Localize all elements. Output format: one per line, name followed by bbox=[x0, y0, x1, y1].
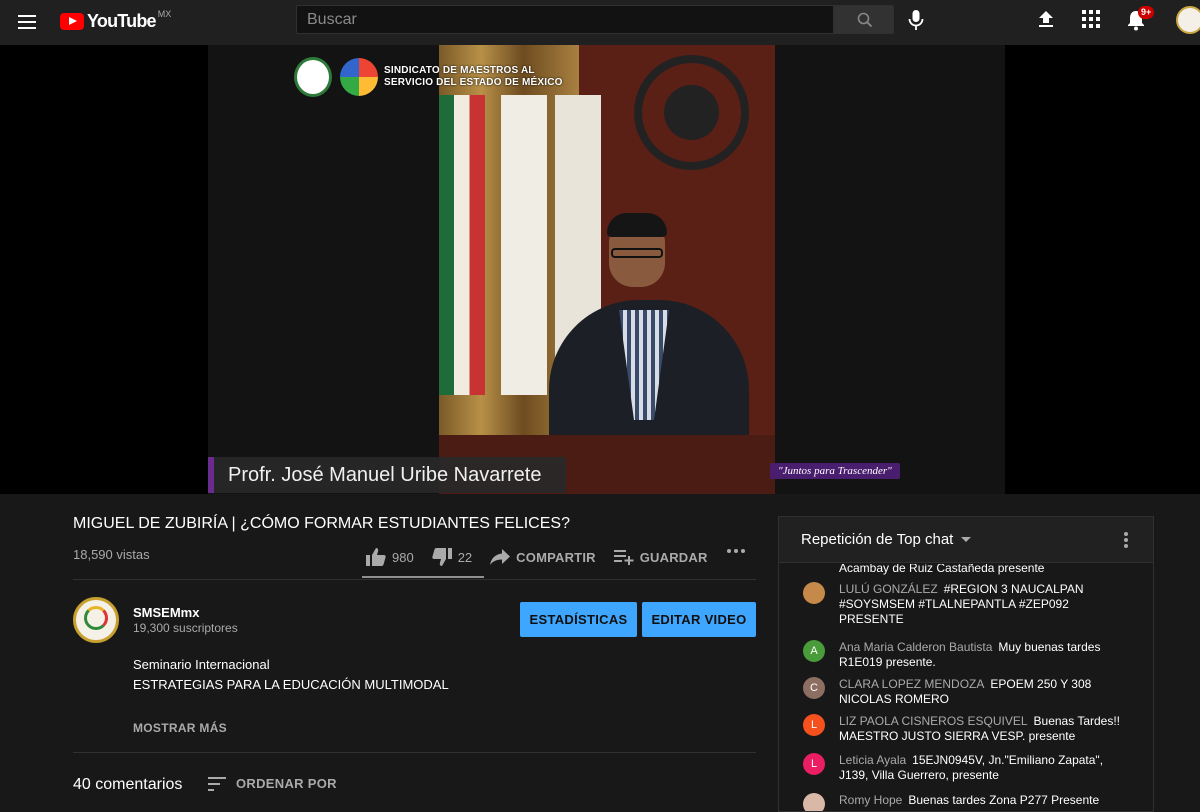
chat-author-name[interactable]: LULÚ GONZÁLEZ bbox=[839, 582, 938, 596]
chat-author-avatar[interactable]: A bbox=[803, 640, 825, 662]
motto-badge: "Juntos para Trascender" bbox=[770, 463, 900, 479]
channel-avatar[interactable] bbox=[73, 597, 119, 643]
union-logos: SINDICATO DE MAESTROS AL SERVICIO DEL ES… bbox=[294, 57, 574, 97]
chat-message-body: LIZ PAOLA CISNEROS ESQUIVEL Buenas Tardes… bbox=[839, 714, 1133, 744]
search-input[interactable] bbox=[297, 6, 833, 33]
chat-author-avatar[interactable] bbox=[803, 793, 825, 811]
chat-author-avatar[interactable]: L bbox=[803, 753, 825, 775]
thumbs-down-icon bbox=[432, 548, 452, 566]
mexico-flag bbox=[439, 95, 485, 395]
notification-badge: 9+ bbox=[1138, 6, 1155, 19]
chevron-down-icon bbox=[961, 537, 972, 542]
edit-video-button[interactable]: EDITAR VIDEO bbox=[642, 602, 756, 637]
account-avatar[interactable] bbox=[1176, 6, 1200, 34]
youtube-logo[interactable]: YouTube MX bbox=[60, 9, 172, 32]
dislike-button[interactable]: 22 bbox=[432, 548, 472, 566]
save-button[interactable]: GUARDAR bbox=[613, 549, 708, 565]
youtube-play-icon bbox=[60, 12, 84, 30]
union-seal bbox=[634, 55, 749, 170]
chat-author-name[interactable]: LIZ PAOLA CISNEROS ESQUIVEL bbox=[839, 714, 1028, 728]
thumbs-up-icon bbox=[366, 548, 386, 566]
action-bar: 980 22 COMPARTIR GUARDAR bbox=[366, 543, 726, 571]
analytics-button[interactable]: ESTADÍSTICAS bbox=[520, 602, 637, 637]
subscriber-count: 19,300 suscriptores bbox=[133, 621, 238, 635]
apps-grid-icon[interactable] bbox=[1082, 10, 1100, 28]
logo-region: MX bbox=[157, 9, 172, 19]
chat-author-name[interactable]: CLARA LOPEZ MENDOZA bbox=[839, 677, 984, 691]
comments-count: 40 comentarios bbox=[73, 776, 183, 793]
divider bbox=[73, 579, 756, 580]
chat-author-avatar[interactable]: C bbox=[803, 677, 825, 699]
chat-message: A Ana Maria Calderon Bautista Muy buenas t… bbox=[803, 640, 1133, 670]
chat-author-avatar[interactable]: L bbox=[803, 714, 825, 736]
channel-logo-ring bbox=[84, 606, 108, 630]
like-count: 980 bbox=[392, 549, 414, 565]
video-title: MIGUEL DE ZUBIRÍA | ¿CÓMO FORMAR ESTUDIA… bbox=[73, 515, 570, 532]
chat-message: Romy Hope Buenas tardes Zona P277 Present… bbox=[803, 793, 1133, 811]
chat-message: L LIZ PAOLA CISNEROS ESQUIVEL Buenas Tarde… bbox=[803, 714, 1133, 744]
search-icon bbox=[857, 12, 873, 28]
chat-title: Repetición de Top chat bbox=[801, 531, 954, 548]
more-actions-icon[interactable] bbox=[726, 548, 746, 554]
sort-label: ORDENAR POR bbox=[236, 776, 337, 791]
speaker-name: Profr. José Manuel Uribe Navarrete bbox=[228, 464, 542, 486]
add-to-playlist-icon bbox=[613, 550, 634, 565]
video-frame[interactable]: SINDICATO DE MAESTROS AL SERVICIO DEL ES… bbox=[208, 45, 1005, 494]
show-more-button[interactable]: MOSTRAR MÁS bbox=[133, 721, 227, 735]
logo-text: YouTube bbox=[87, 10, 157, 31]
chat-message-partial: Acambay de Ruiz Castañeda presente bbox=[839, 564, 1045, 575]
union-name: SINDICATO DE MAESTROS AL SERVICIO DEL ES… bbox=[384, 65, 563, 88]
microphone-icon[interactable] bbox=[906, 9, 926, 31]
like-ratio-bar bbox=[362, 576, 484, 578]
search-box bbox=[296, 5, 834, 34]
sort-comments-button[interactable]: ORDENAR POR bbox=[208, 776, 337, 791]
upload-icon[interactable] bbox=[1036, 9, 1056, 29]
chat-author-name[interactable]: Leticia Ayala bbox=[839, 753, 906, 767]
chat-message-body: Leticia Ayala 15EJN0945V, Jn."Emiliano Za… bbox=[839, 753, 1133, 783]
share-icon bbox=[490, 549, 511, 565]
description-line-1: Seminario Internacional bbox=[133, 657, 270, 672]
share-label: COMPARTIR bbox=[516, 549, 596, 565]
more-vert-icon[interactable] bbox=[1123, 531, 1129, 549]
chat-message: LULÚ GONZÁLEZ #REGION 3 NAUCALPAN #SOYSMS… bbox=[803, 582, 1133, 627]
video-scene bbox=[439, 45, 775, 494]
chat-message: C CLARA LOPEZ MENDOZA EPOEM 250 Y 308 NICO… bbox=[803, 677, 1133, 707]
video-player[interactable]: SINDICATO DE MAESTROS AL SERVICIO DEL ES… bbox=[0, 45, 1200, 494]
chat-message-body: LULÚ GONZÁLEZ #REGION 3 NAUCALPAN #SOYSMS… bbox=[839, 582, 1133, 627]
divider bbox=[73, 752, 756, 753]
edomex-logo bbox=[340, 58, 378, 96]
chat-message-text: Buenas tardes Zona P277 Presente bbox=[908, 793, 1100, 807]
view-count: 18,590 vistas bbox=[73, 547, 150, 562]
chat-author-avatar[interactable] bbox=[803, 582, 825, 604]
save-label: GUARDAR bbox=[639, 549, 708, 565]
chat-message: L Leticia Ayala 15EJN0945V, Jn."Emiliano Z… bbox=[803, 753, 1133, 783]
state-flag bbox=[501, 95, 547, 395]
description-line-2: ESTRATEGIAS PARA LA EDUCACIÓN MULTIMODAL bbox=[133, 677, 449, 692]
chat-message-body: Ana Maria Calderon Bautista Muy buenas ta… bbox=[839, 640, 1133, 670]
top-bar: YouTube MX 9+ bbox=[0, 0, 1200, 45]
live-chat-replay: Repetición de Top chat Acambay de Ruiz C… bbox=[778, 516, 1154, 812]
sort-icon bbox=[208, 776, 226, 791]
smsem-logo bbox=[294, 57, 332, 97]
share-button[interactable]: COMPARTIR bbox=[490, 549, 596, 565]
menu-icon[interactable] bbox=[16, 12, 38, 32]
chat-author-name[interactable]: Ana Maria Calderon Bautista bbox=[839, 640, 992, 654]
chat-message-body: CLARA LOPEZ MENDOZA EPOEM 250 Y 308 NICOL… bbox=[839, 677, 1133, 707]
speaker-hair bbox=[607, 213, 667, 237]
chat-author-name[interactable]: Romy Hope bbox=[839, 793, 902, 807]
speaker-name-banner: Profr. José Manuel Uribe Navarrete bbox=[208, 457, 566, 493]
speaker-glasses bbox=[611, 248, 663, 258]
channel-name[interactable]: SMSEMmx bbox=[133, 605, 199, 620]
chat-header: Repetición de Top chat bbox=[779, 517, 1153, 563]
dislike-count: 22 bbox=[457, 549, 473, 565]
chat-message-body: Romy Hope Buenas tardes Zona P277 Present… bbox=[839, 793, 1133, 808]
chat-mode-dropdown[interactable]: Repetición de Top chat bbox=[801, 531, 972, 548]
like-button[interactable]: 980 bbox=[366, 548, 414, 566]
chat-messages[interactable]: Acambay de Ruiz Castañeda presente LULÚ … bbox=[779, 564, 1153, 811]
search-button[interactable] bbox=[834, 5, 894, 34]
